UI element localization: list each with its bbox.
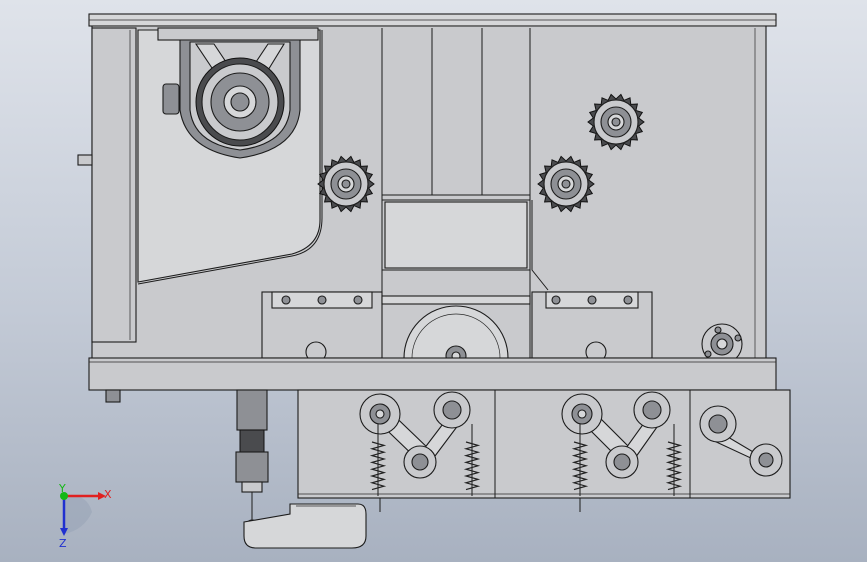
motor-boss: [162, 83, 180, 115]
base-foot: [105, 389, 121, 403]
axis-triad: X Y Z: [58, 482, 112, 550]
z-axis-label: Z: [59, 537, 67, 550]
cross-bar: [381, 295, 531, 305]
bottom-pins: [379, 498, 581, 512]
side-tab: [77, 154, 93, 166]
lever-plate: [243, 503, 367, 549]
cad-viewport[interactable]: X Y Z: [0, 0, 867, 562]
machine-drawing: X Y Z: [58, 13, 791, 550]
left-frame: [91, 27, 137, 343]
center-window: [384, 201, 528, 269]
base-plate: [88, 357, 777, 391]
x-axis-label: X: [104, 488, 112, 501]
air-cylinder: [235, 389, 269, 533]
y-axis-label: Y: [58, 482, 66, 495]
bearing-block-right: [531, 291, 653, 363]
motor-mount-plate: [157, 27, 319, 41]
bearing-block-left: [261, 291, 383, 363]
